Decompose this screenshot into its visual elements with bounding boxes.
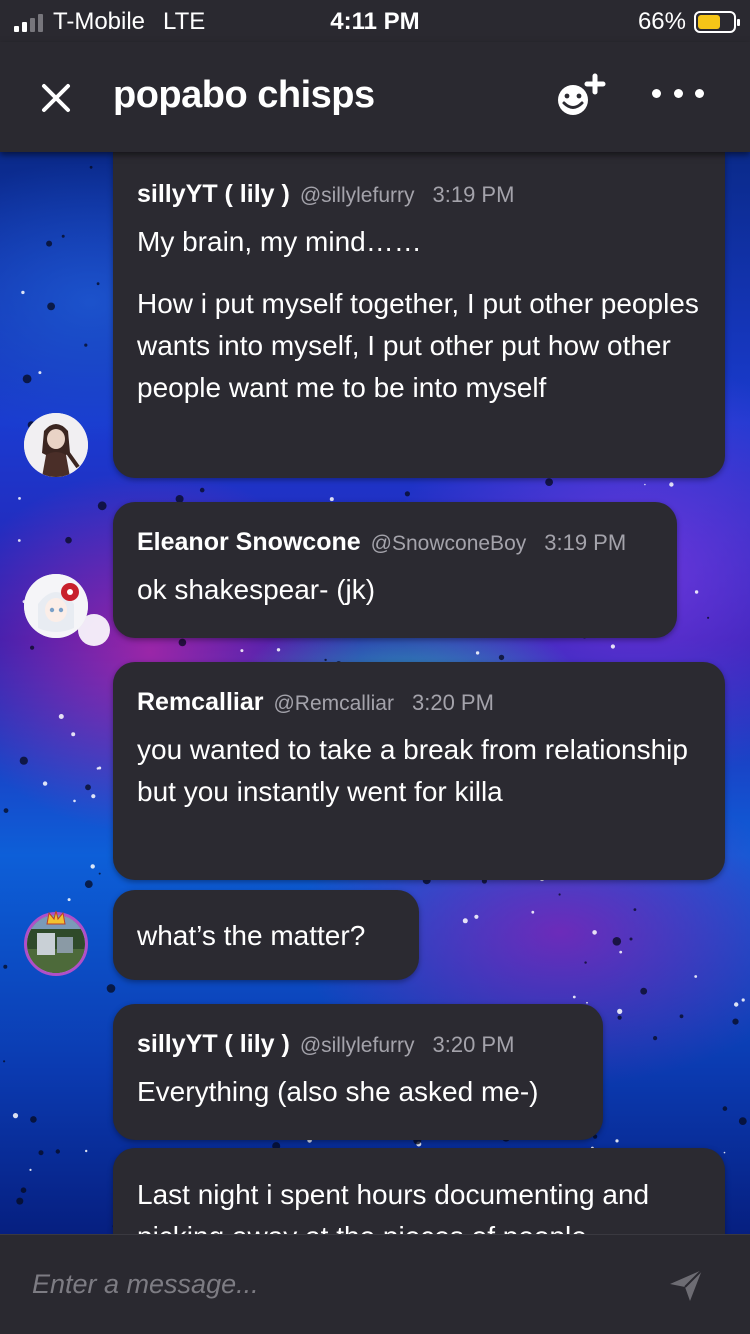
add-member-button[interactable] [555,72,611,122]
close-icon [42,84,70,112]
more-dot [652,88,661,98]
message-author[interactable]: Eleanor Snowcone [137,528,361,557]
status-right: 66% [637,8,740,36]
message-author[interactable]: sillyYT ( lily ) [137,180,290,209]
message-time: 3:20 PM [432,1032,515,1057]
message-text: Last night i spent hours documenting and… [137,1179,650,1234]
message-handle: @SnowconeBoy [370,532,527,555]
message-author[interactable]: sillyYT ( lily ) [137,1030,290,1059]
avatar-image [24,413,88,477]
more-dot [673,88,683,98]
close-button[interactable] [36,78,76,118]
message-input[interactable] [32,1259,632,1309]
message-composer [0,1234,750,1334]
avatar-image [24,574,88,638]
avatar-sillyyt[interactable] [24,413,88,477]
message-text: Everything (also she asked me-) [137,1076,539,1107]
message-bubble[interactable]: Last night i spent hours documenting and… [113,1148,725,1234]
message-text: ok shakespear- (jk) [137,574,376,605]
message-text: My brain, my mind…… [137,226,422,257]
chat-title: popabo chisps [113,74,375,116]
battery-fill [698,15,721,29]
message-bubble[interactable]: Eleanor Snowcone @SnowconeBoy 3:19 PM ok… [113,502,677,638]
send-button[interactable] [668,1267,704,1303]
send-icon [670,1269,703,1301]
message-time: 3:19 PM [544,530,627,555]
message-bubble[interactable]: sillyYT ( lily ) @sillylefurry 3:20 PM E… [113,1004,603,1140]
message-time: 3:19 PM [432,182,515,207]
more-dot [695,88,704,98]
message-text: what’s the matter? [137,920,366,951]
avatar-eleanor-snowcone[interactable] [24,574,88,638]
message-text: you wanted to take a break from relation… [137,734,688,807]
status-bar: T-Mobile LTE 4:11 PM 66% [0,0,750,42]
more-options-button[interactable] [652,78,704,108]
message-author[interactable]: Remcalliar [137,688,263,717]
crown-badge-icon [46,910,66,925]
message-text: How i put myself together, I put other p… [137,288,699,403]
chat-background: sillyYT ( lily ) @sillylefurry 3:19 PM M… [0,152,750,1234]
message-handle: @sillylefurry [299,184,415,207]
chat-header: popabo chisps [0,42,750,152]
message-time: 3:20 PM [411,690,494,715]
message-bubble[interactable]: what’s the matter? [113,890,419,980]
message-bubble[interactable]: sillyYT ( lily ) @sillylefurry 3:19 PM M… [113,152,725,478]
battery-icon [694,11,740,33]
message-handle: @Remcalliar [273,692,394,715]
battery-percent: 66% [637,8,686,35]
message-bubble[interactable]: Remcalliar @Remcalliar 3:20 PM you wante… [113,662,725,880]
message-handle: @sillylefurry [299,1034,415,1057]
add-member-icon [558,73,606,115]
